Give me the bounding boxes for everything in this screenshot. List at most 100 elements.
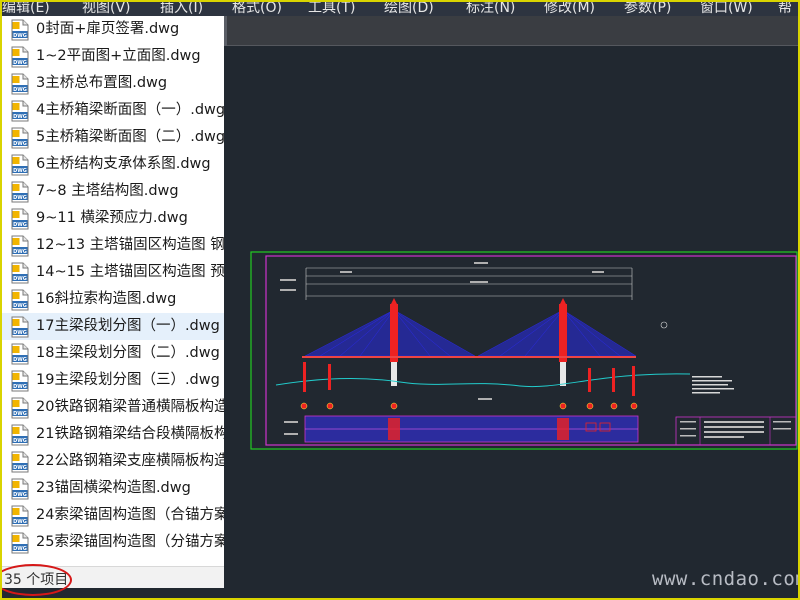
dwg-file-icon: DWG xyxy=(10,19,30,41)
pier-markers xyxy=(300,402,638,410)
dwg-file-icon-label: DWG xyxy=(13,168,27,174)
dwg-file-icon-label: DWG xyxy=(13,195,27,201)
dwg-file-icon-label: DWG xyxy=(13,492,27,498)
dwg-file-icon-label: DWG xyxy=(13,87,27,93)
file-list-item[interactable]: DWG 23锚固横梁构造图.dwg xyxy=(0,475,224,502)
dwg-file-icon: DWG xyxy=(10,73,30,95)
file-list-item[interactable]: DWG 19主梁段划分图（三）.dwg xyxy=(0,367,224,394)
file-name: 0封面+扉页签署.dwg xyxy=(36,21,180,37)
watermark: www.cndao.com xyxy=(652,568,800,590)
file-name: 24索梁锚固构造图（合锚方案 xyxy=(36,507,224,523)
file-name: 14~15 主塔锚固区构造图 预 xyxy=(36,264,224,280)
file-list-item[interactable]: DWG 5主桥箱梁断面图（二）.dwg xyxy=(0,124,224,151)
file-list-item[interactable]: DWG 17主梁段划分图（一）.dwg xyxy=(0,313,224,340)
dwg-file-icon-label: DWG xyxy=(13,114,27,120)
file-list-item[interactable]: DWG 18主梁段划分图（二）.dwg xyxy=(0,340,224,367)
file-list-item[interactable]: DWG 16斜拉索构造图.dwg xyxy=(0,286,224,313)
file-list-item[interactable]: DWG 24索梁锚固构造图（合锚方案 xyxy=(0,502,224,529)
dwg-file-icon-label: DWG xyxy=(13,60,27,66)
stay-cable-fans xyxy=(304,309,637,357)
section-label xyxy=(478,398,492,400)
file-name: 4主桥箱梁断面图（一）.dwg xyxy=(36,102,224,118)
file-list-item[interactable]: DWG 14~15 主塔锚固区构造图 预 xyxy=(0,259,224,286)
menubar: 编辑(E) 视图(V) 插入(I) 格式(O) 工具(T) 绘图(D) 标注(N… xyxy=(0,0,800,16)
dwg-file-icon-label: DWG xyxy=(13,33,27,39)
file-list-item[interactable]: DWG 12~13 主塔锚固区构造图 钢 xyxy=(0,232,224,259)
dwg-file-icon-label: DWG xyxy=(13,465,27,471)
dwg-file-icon-label: DWG xyxy=(13,249,27,255)
elevation-dimension-lines xyxy=(305,267,633,300)
dwg-file-icon: DWG xyxy=(10,532,30,554)
dwg-file-icon-label: DWG xyxy=(13,141,27,147)
file-list-item[interactable]: DWG 6主桥结构支承体系图.dwg xyxy=(0,151,224,178)
dwg-file-icon-label: DWG xyxy=(13,357,27,363)
file-list-item[interactable]: DWG 25索梁锚固构造图（分锚方案 xyxy=(0,529,224,556)
file-name: 9~11 横梁预应力.dwg xyxy=(36,210,188,226)
drawing-notes xyxy=(660,321,734,394)
file-name: 18主梁段划分图（二）.dwg xyxy=(36,345,220,361)
dwg-file-icon: DWG xyxy=(10,181,30,203)
file-name: 5主桥箱梁断面图（二）.dwg xyxy=(36,129,224,145)
file-list-item[interactable]: DWG 0封面+扉页签署.dwg xyxy=(0,16,224,43)
file-name: 25索梁锚固构造图（分锚方案 xyxy=(36,534,224,550)
file-name: 16斜拉索构造图.dwg xyxy=(36,291,177,307)
file-name: 22公路钢箱梁支座横隔板构造 xyxy=(36,453,224,469)
menu-view[interactable]: 视图(V) xyxy=(82,0,131,16)
toolbar-separator xyxy=(224,16,227,46)
dwg-file-icon: DWG xyxy=(10,262,30,284)
file-name: 12~13 主塔锚固区构造图 钢 xyxy=(36,237,224,253)
file-name: 1~2平面图+立面图.dwg xyxy=(36,48,201,64)
dwg-file-icon: DWG xyxy=(10,451,30,473)
dwg-file-icon: DWG xyxy=(10,154,30,176)
bridge-drawing xyxy=(250,251,798,450)
file-list-item[interactable]: DWG 20铁路钢箱梁普通横隔板构造 xyxy=(0,394,224,421)
file-name: 7~8 主塔结构图.dwg xyxy=(36,183,179,199)
menu-window[interactable]: 窗口(W) xyxy=(700,0,753,16)
file-list-item[interactable]: DWG 21铁路钢箱梁结合段横隔板构 xyxy=(0,421,224,448)
menu-format[interactable]: 格式(O) xyxy=(232,0,282,16)
elevation-labels xyxy=(280,262,604,291)
dwg-file-icon: DWG xyxy=(10,127,30,149)
river-bed-profile xyxy=(275,373,691,388)
menu-insert[interactable]: 插入(I) xyxy=(160,0,203,16)
file-list-item[interactable]: DWG 22公路钢箱梁支座横隔板构造 xyxy=(0,448,224,475)
file-name: 3主桥总布置图.dwg xyxy=(36,75,168,91)
file-name: 19主梁段划分图（三）.dwg xyxy=(36,372,220,388)
file-name: 17主梁段划分图（一）.dwg xyxy=(36,318,220,334)
title-block xyxy=(675,416,797,446)
plan-view xyxy=(284,415,639,443)
file-list-item[interactable]: DWG 3主桥总布置图.dwg xyxy=(0,70,224,97)
dwg-file-icon-label: DWG xyxy=(13,384,27,390)
menu-modify[interactable]: 修改(M) xyxy=(544,0,595,16)
dwg-file-icon: DWG xyxy=(10,289,30,311)
menu-edit[interactable]: 编辑(E) xyxy=(2,0,50,16)
menu-parametric[interactable]: 参数(P) xyxy=(624,0,671,16)
dwg-file-icon: DWG xyxy=(10,316,30,338)
file-list-item[interactable]: DWG 4主桥箱梁断面图（一）.dwg xyxy=(0,97,224,124)
dwg-file-icon-label: DWG xyxy=(13,276,27,282)
file-list-panel: DWG 0封面+扉页签署.dwg DWG 1~2平面图+立面图.dwg DWG 3主桥总布… xyxy=(0,16,224,586)
cad-drawing-canvas[interactable] xyxy=(224,47,800,600)
dwg-file-icon-label: DWG xyxy=(13,303,27,309)
dwg-file-icon: DWG xyxy=(10,46,30,68)
dwg-file-icon: DWG xyxy=(10,424,30,446)
dwg-file-icon-label: DWG xyxy=(13,546,27,552)
menu-tools[interactable]: 工具(T) xyxy=(308,0,355,16)
file-list-item[interactable]: DWG 1~2平面图+立面图.dwg xyxy=(0,43,224,70)
dwg-file-icon-label: DWG xyxy=(13,330,27,336)
menu-dimension[interactable]: 标注(N) xyxy=(466,0,515,16)
file-name: 20铁路钢箱梁普通横隔板构造 xyxy=(36,399,224,415)
dwg-file-icon: DWG xyxy=(10,235,30,257)
cad-toolbar-strip xyxy=(224,16,800,46)
menu-draw[interactable]: 绘图(D) xyxy=(384,0,434,16)
file-list-item[interactable]: DWG 7~8 主塔结构图.dwg xyxy=(0,178,224,205)
dwg-file-icon: DWG xyxy=(10,370,30,392)
file-list-item[interactable]: DWG 9~11 横梁预应力.dwg xyxy=(0,205,224,232)
dwg-file-icon: DWG xyxy=(10,505,30,527)
file-name: 23锚固横梁构造图.dwg xyxy=(36,480,191,496)
dwg-file-icon: DWG xyxy=(10,397,30,419)
dwg-file-icon: DWG xyxy=(10,478,30,500)
menu-help[interactable]: 帮 xyxy=(778,0,792,16)
file-name: 6主桥结构支承体系图.dwg xyxy=(36,156,211,172)
dwg-file-icon-label: DWG xyxy=(13,222,27,228)
